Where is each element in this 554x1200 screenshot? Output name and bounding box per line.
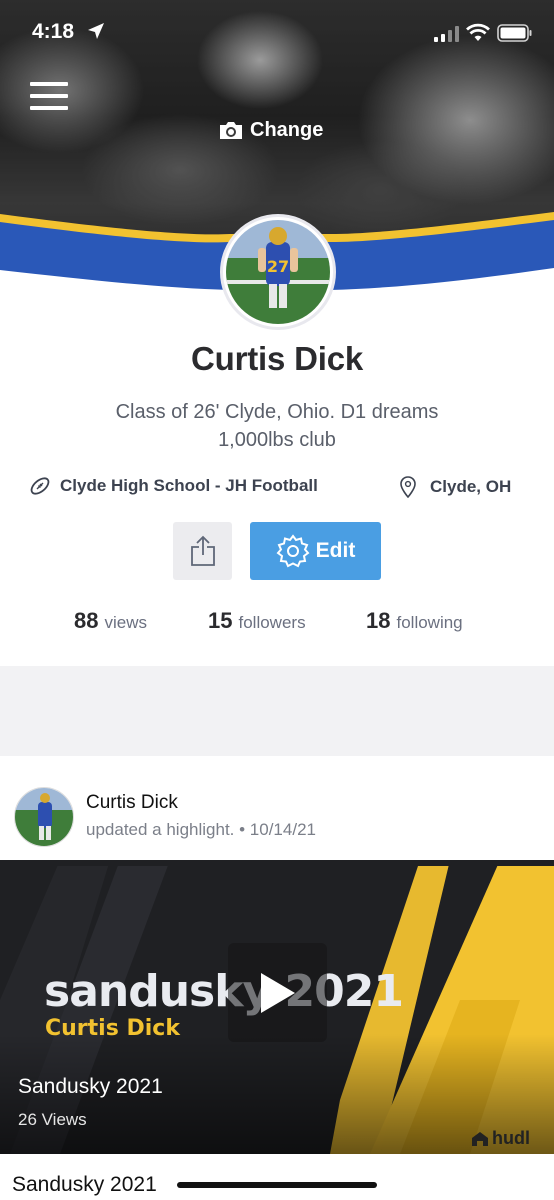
avatar-image: 27 [226,220,330,324]
avatar-jersey-number: 27 [267,257,289,276]
highlight-video[interactable]: sandusky 2021 Curtis Dick Sandusky 2021 … [0,860,554,1154]
change-cover-button[interactable]: Change [218,116,323,144]
profile-meta: Clyde High School - JH Football Clyde, O… [0,476,554,500]
football-icon [30,477,50,495]
location-arrow-icon [88,23,104,39]
play-button[interactable] [228,943,327,1042]
bio-line-2: 1,000lbs club [218,429,336,451]
wifi-icon [466,23,490,41]
hudl-logo-icon [472,1131,488,1146]
team-link[interactable]: Clyde High School - JH Football [30,476,318,496]
location: Clyde, OH [400,476,511,498]
stat-views[interactable]: 88 views [74,608,147,634]
section-divider [0,666,554,756]
profile-name: Curtis Dick [190,340,364,377]
profile-screen: 4:18 Change 27 Curtis Dick Class of 26' … [0,0,554,1200]
stat-following-label: following [396,613,463,632]
edit-label: Edit [315,539,356,562]
stat-followers-label: followers [238,613,306,632]
pin-icon [400,476,416,498]
team-label: Clyde High School - JH Football [60,476,318,495]
video-views: 26 Views [18,1110,87,1129]
signal-icon [434,26,459,42]
menu-icon[interactable] [30,82,68,112]
change-label: Change [250,118,324,141]
stat-following[interactable]: 18 following [366,608,463,634]
video-thumb-title: sandusky 2021 [44,966,404,1017]
stat-followers-value: 15 [208,608,233,633]
feed-author-avatar[interactable] [14,787,74,847]
avatar[interactable]: 27 [220,214,336,330]
next-post-title[interactable]: Sandusky 2021 [12,1173,157,1197]
location-label: Clyde, OH [430,477,512,496]
profile-bio: Class of 26' Clyde, Ohio. D1 dreams 1,00… [0,398,554,454]
play-icon [260,972,295,1013]
edit-profile-button[interactable]: Edit [250,522,381,580]
video-title: Sandusky 2021 [18,1075,163,1098]
profile-stats: 88 views 15 followers 18 following [0,608,554,638]
stat-views-label: views [104,613,147,632]
gear-icon [276,534,310,568]
stat-followers[interactable]: 15 followers [208,608,306,634]
hudl-logo-text: hudl [492,1128,530,1148]
camera-icon [220,122,242,139]
feed-activity: updated a highlight. • 10/14/21 [86,820,316,839]
share-button[interactable] [173,522,232,580]
battery-icon [497,24,532,42]
stat-following-value: 18 [366,608,391,633]
share-icon [190,535,215,566]
status-bar: 4:18 [0,0,554,64]
hudl-logo: hudl [470,1128,530,1149]
bio-line-1: Class of 26' Clyde, Ohio. D1 dreams [115,401,439,423]
stat-views-value: 88 [74,608,99,633]
status-time: 4:18 [32,20,75,43]
home-indicator[interactable] [177,1182,377,1188]
feed-author-name[interactable]: Curtis Dick [86,792,178,814]
